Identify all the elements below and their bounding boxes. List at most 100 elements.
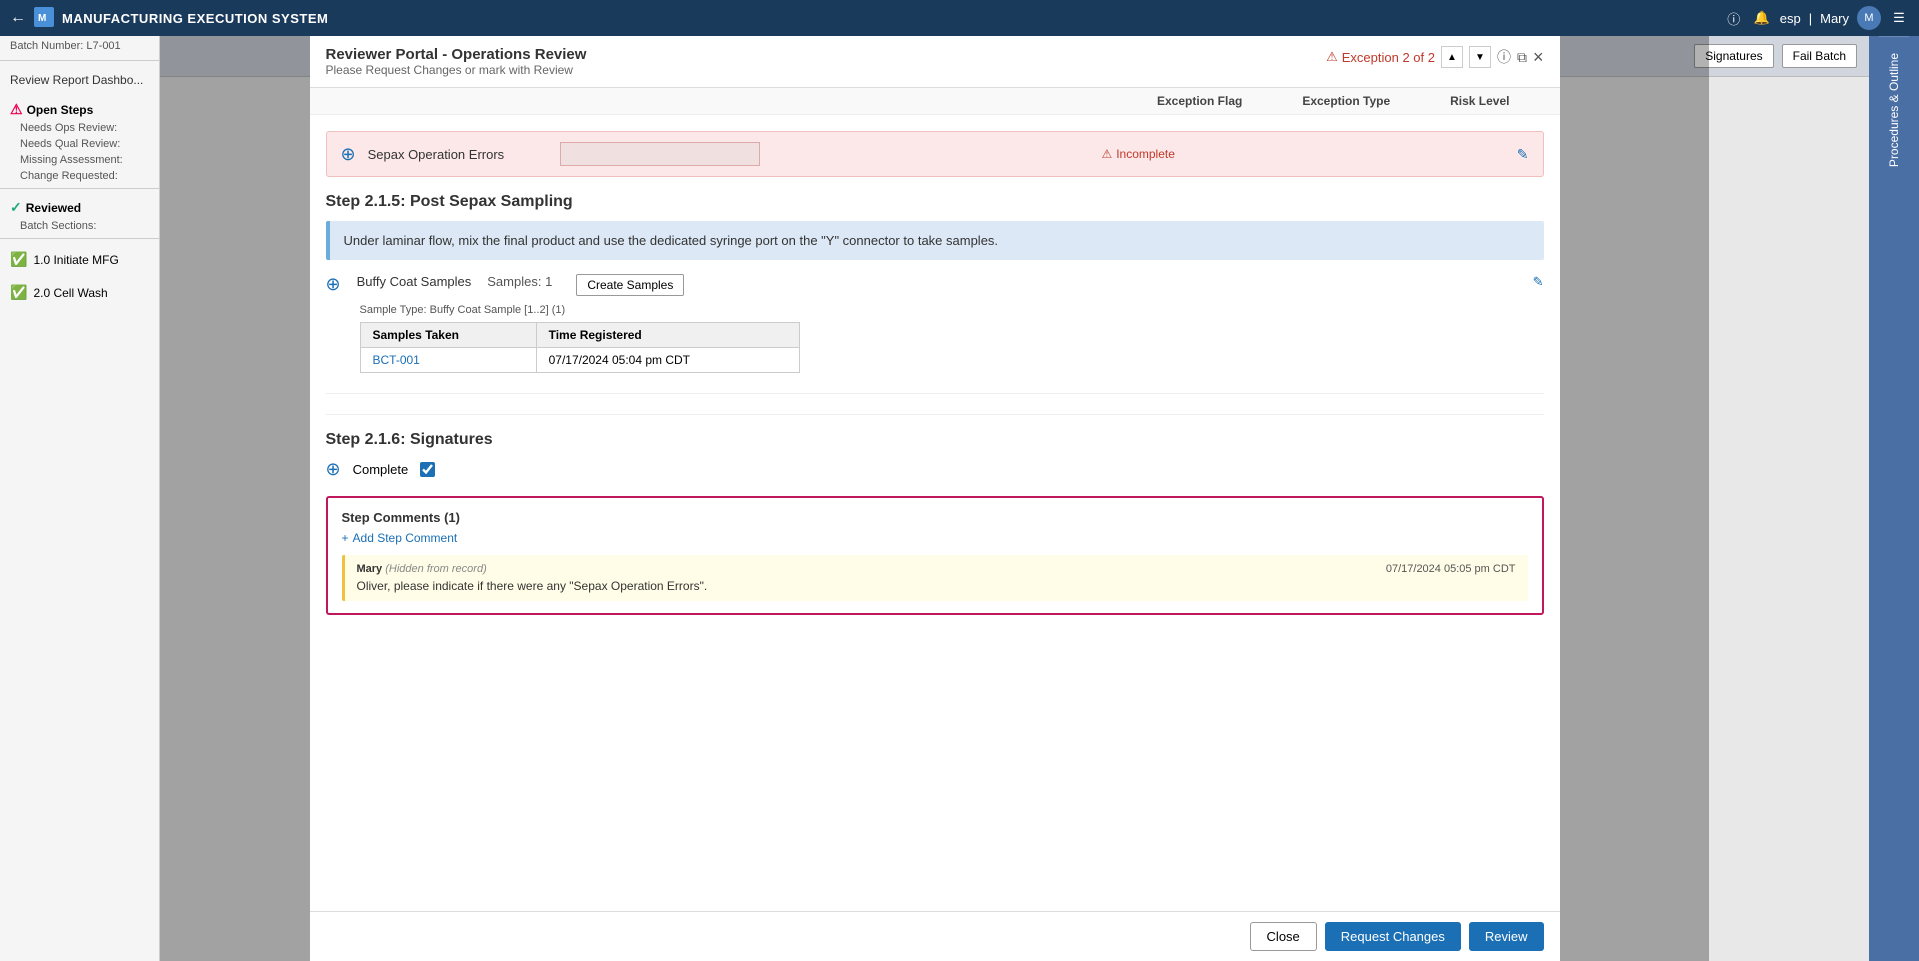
sample-link[interactable]: BCT-001 (373, 353, 420, 367)
step-2-1-6-title: Step 2.1.6: Signatures (326, 431, 1544, 449)
batch-sections-label: Batch Sections: (0, 218, 159, 234)
comment-header: Mary (Hidden from record) 07/17/2024 05:… (357, 563, 1516, 575)
time-registered-cell: 07/17/2024 05:04 pm CDT (536, 348, 799, 373)
step-2-1-5-title: Step 2.1.5: Post Sepax Sampling (326, 193, 1544, 211)
exception-risk-header: Risk Level (1450, 94, 1509, 108)
app-title: MANUFACTURING EXECUTION SYSTEM (62, 11, 1724, 26)
step-2-1-5-instruction: Under laminar flow, mix the final produc… (326, 221, 1544, 260)
signatures-expand-button[interactable]: ⊕ (326, 459, 341, 480)
modal-close-button[interactable]: × (1533, 48, 1544, 66)
exception-badge: ⚠ Exception 2 of 2 (1326, 49, 1435, 65)
missing-assessment-label: Missing Assessment: (0, 152, 159, 168)
warning-triangle-icon: ⚠ (1326, 49, 1338, 65)
sample-id-cell: BCT-001 (360, 348, 536, 373)
error-edit-icon[interactable]: ✎ (1517, 146, 1529, 163)
open-steps-icon: ⚠ (10, 101, 23, 118)
cell-wash-label: 2.0 Cell Wash (33, 286, 107, 300)
request-changes-button[interactable]: Request Changes (1325, 922, 1461, 951)
sample-type-label: Sample Type: Buffy Coat Sample [1..2] (1… (360, 304, 1544, 316)
right-sidebar: Procedures & Outline (1869, 36, 1919, 961)
comment-author-area: Mary (Hidden from record) (357, 563, 487, 575)
sidebar-item-initiate-mfg[interactable]: ✅ 1.0 Initiate MFG (0, 243, 159, 276)
hamburger-icon[interactable]: ☰ (1889, 8, 1909, 28)
fail-batch-button[interactable]: Fail Batch (1782, 44, 1857, 68)
batch-number: Batch Number: L7-001 (0, 36, 159, 56)
sidebar-header: Review Report Dashbo... (0, 65, 159, 95)
table-row: BCT-001 07/17/2024 05:04 pm CDT (360, 348, 799, 373)
section-divider (326, 393, 1544, 394)
error-status: ⚠ Incomplete (1101, 147, 1174, 161)
avatar[interactable]: M (1857, 6, 1881, 30)
step-2-1-6-section: Step 2.1.6: Signatures ⊕ Complete (326, 414, 1544, 480)
exception-label: Exception 2 of 2 (1342, 50, 1435, 65)
comment-author: Mary (357, 563, 383, 575)
lang-label: esp (1780, 11, 1801, 26)
samples-label: Buffy Coat Samples (357, 274, 472, 289)
cell-wash-check-icon: ✅ (10, 284, 27, 301)
error-row: ⊕ Sepax Operation Errors ⚠ Incomplete ✎ (326, 131, 1544, 177)
step-comments-title: Step Comments (1) (342, 510, 1528, 525)
needs-ops-review-label: Needs Ops Review: (0, 120, 159, 136)
left-sidebar: Batch Number: L7-001 Review Report Dashb… (0, 36, 160, 961)
modal-title: Reviewer Portal - Operations Review (326, 46, 587, 63)
create-samples-button[interactable]: Create Samples (576, 274, 684, 296)
exception-next-button[interactable]: ▼ (1469, 46, 1491, 68)
initiate-mfg-check-icon: ✅ (10, 251, 27, 268)
main-content: Signatures Fail Batch Reviewer Portal - … (160, 36, 1869, 961)
app-logo: M (34, 7, 54, 30)
modal-header-right: ⚠ Exception 2 of 2 ▲ ▼ ⓘ ⧉ × (1326, 46, 1543, 68)
bell-icon[interactable]: 🔔 (1752, 8, 1772, 28)
error-input[interactable] (560, 142, 760, 166)
comment-body: Oliver, please indicate if there were an… (357, 579, 1516, 593)
comment-hidden-label: (Hidden from record) (385, 563, 486, 575)
help-icon[interactable]: ⓘ (1724, 8, 1744, 28)
close-button[interactable]: Close (1250, 922, 1317, 951)
reviewed-title: Reviewed (26, 201, 81, 215)
reviewed-check-icon: ✓ (10, 199, 22, 216)
samples-expand-button[interactable]: ⊕ (326, 274, 341, 295)
modal-body: ⊕ Sepax Operation Errors ⚠ Incomplete ✎ … (310, 115, 1560, 911)
complete-checkbox[interactable] (420, 462, 435, 477)
exception-columns-header: Exception Flag Exception Type Risk Level (310, 88, 1560, 115)
exception-type-header: Exception Type (1302, 94, 1390, 108)
procedures-outline-tab[interactable]: Procedures & Outline (1879, 36, 1909, 183)
reviewed-section: ✓ Reviewed (0, 193, 159, 218)
add-comment-label: Add Step Comment (353, 531, 458, 545)
error-status-text: Incomplete (1116, 147, 1175, 161)
help-modal-icon[interactable]: ⓘ (1497, 47, 1511, 67)
comment-timestamp: 07/17/2024 05:05 pm CDT (1386, 563, 1516, 575)
exception-prev-button[interactable]: ▲ (1441, 46, 1463, 68)
sidebar-item-cell-wash[interactable]: ✅ 2.0 Cell Wash (0, 276, 159, 309)
signatures-row: ⊕ Complete (326, 459, 1544, 480)
error-expand-button[interactable]: ⊕ (341, 144, 356, 165)
modal-header: Reviewer Portal - Operations Review Plea… (310, 36, 1560, 88)
step-comments-section: Step Comments (1) + Add Step Comment Mar… (326, 496, 1544, 615)
samples-row: ⊕ Buffy Coat Samples Samples: 1 Create S… (326, 274, 1544, 296)
error-warning-icon: ⚠ (1101, 147, 1112, 161)
modal-header-left: Reviewer Portal - Operations Review Plea… (326, 46, 587, 77)
back-button[interactable]: ← (10, 9, 26, 27)
open-steps-section: ⚠ Open Steps (0, 95, 159, 120)
needs-qual-review-label: Needs Qual Review: (0, 136, 159, 152)
complete-label: Complete (353, 462, 409, 477)
change-requested-label: Change Requested: (0, 168, 159, 184)
samples-prefix: Samples: (487, 274, 541, 289)
svg-text:M: M (38, 13, 46, 24)
exception-flag-header: Exception Flag (1157, 94, 1242, 108)
samples-count: 1 (545, 274, 552, 289)
samples-table: Samples Taken Time Registered BCT-001 07… (360, 322, 800, 373)
samples-edit-icon[interactable]: ✎ (1533, 274, 1544, 290)
nav-right-area: ⓘ 🔔 esp | Mary M ☰ (1724, 6, 1909, 30)
modal-footer: Close Request Changes Review (310, 911, 1560, 961)
step-2-1-5-section: Step 2.1.5: Post Sepax Sampling Under la… (326, 193, 1544, 373)
top-navigation: ← M MANUFACTURING EXECUTION SYSTEM ⓘ 🔔 e… (0, 0, 1919, 36)
modal-subtitle: Please Request Changes or mark with Revi… (326, 63, 587, 77)
comment-card: Mary (Hidden from record) 07/17/2024 05:… (342, 555, 1528, 601)
col-header-time-registered: Time Registered (536, 323, 799, 348)
add-step-comment-button[interactable]: + Add Step Comment (342, 531, 458, 545)
expand-modal-icon[interactable]: ⧉ (1517, 49, 1527, 66)
review-button[interactable]: Review (1469, 922, 1544, 951)
modal-overlay: Reviewer Portal - Operations Review Plea… (160, 36, 1709, 961)
error-label: Sepax Operation Errors (368, 147, 548, 162)
initiate-mfg-label: 1.0 Initiate MFG (33, 253, 118, 267)
